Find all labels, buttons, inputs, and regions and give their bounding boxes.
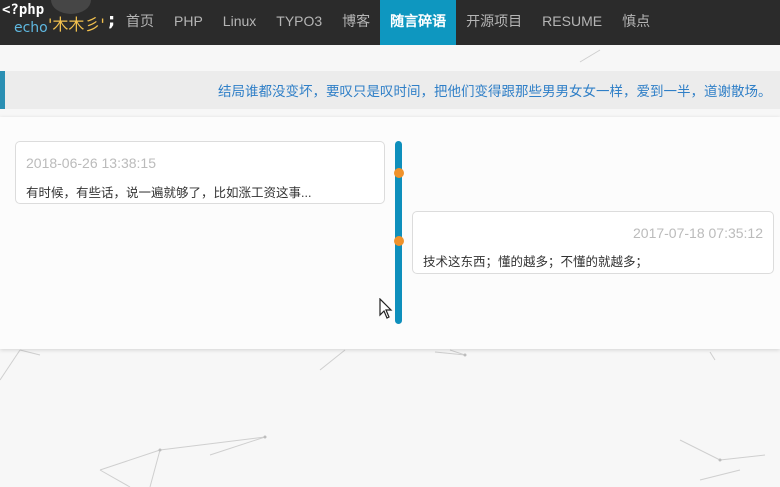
notice-bar: 结局谁都没变坏，要叹只是叹时间，把他们变得跟那些男男女女一样，爱到一半，道谢散场… [0,71,780,109]
card-text: 有时候，有些话，说一遍就够了，比如涨工资这事... [26,186,312,200]
logo-semicolon: ; [108,10,116,31]
nav-item-typo3[interactable]: TYPO3 [266,0,332,45]
timeline-card: 2017-07-18 07:35:12 技术这东西；懂的越多；不懂的就越多； [412,211,774,274]
main-nav: 首页 PHP Linux TYPO3 博客 随言碎语 开源项目 RESUME 慎… [116,0,660,45]
logo-php-text: <?php [2,2,45,18]
nav-item-opensource[interactable]: 开源项目 [456,0,532,45]
top-navbar: <?php echo '木木彡' ; 首页 PHP Linux TYPO3 博客… [0,0,780,45]
card-timestamp: 2018-06-26 13:38:15 [26,155,156,171]
nav-item-resume[interactable]: RESUME [532,0,612,45]
nav-item-php[interactable]: PHP [164,0,213,45]
logo-name-text: '木木彡' [48,15,105,34]
card-text: 技术这东西；懂的越多；不懂的就越多； [423,255,649,269]
nav-item-linux[interactable]: Linux [213,0,266,45]
timeline-card: 2018-06-26 13:38:15 有时候，有些话，说一遍就够了，比如涨工资… [15,141,385,204]
card-timestamp: 2017-07-18 07:35:12 [633,225,763,241]
nav-item-notes[interactable]: 随言碎语 [380,0,457,45]
mouse-cursor-icon [379,298,393,319]
nav-item-caution[interactable]: 慎点 [612,0,660,45]
timeline-dot [394,168,404,178]
logo-echo-text: echo [14,20,48,36]
notice-text: 结局谁都没变坏，要叹只是叹时间，把他们变得跟那些男男女女一样，爱到一半，道谢散场… [218,84,772,99]
nav-item-home[interactable]: 首页 [116,0,164,45]
timeline-dot [394,236,404,246]
nav-item-blog[interactable]: 博客 [332,0,380,45]
